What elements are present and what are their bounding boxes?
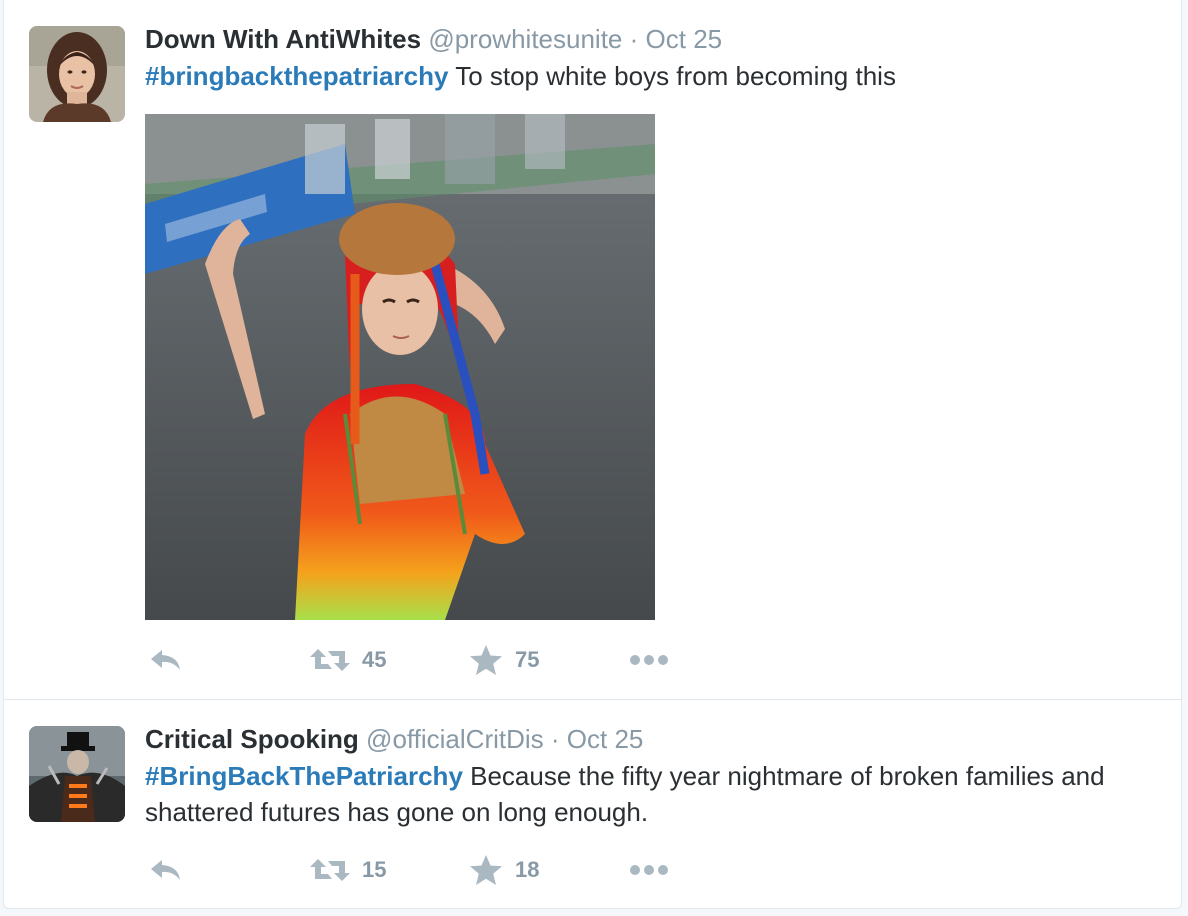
reply-icon [151,650,180,670]
author-name[interactable]: Down With AntiWhites [145,24,421,54]
author-name[interactable]: Critical Spooking [145,724,359,754]
author-username[interactable]: @officialCritDis [366,724,544,754]
author-username[interactable]: @prowhitesunite [428,24,622,54]
tweet-body: To stop white boys from becoming this [448,61,896,91]
header-separator: · [629,24,639,54]
retweet-count: 15 [362,857,387,882]
retweet-icon [310,649,350,671]
tweet-text: #bringbackthepatriarchy To stop white bo… [145,58,1155,94]
hashtag-link[interactable]: #bringbackthepatriarchy [145,61,448,91]
tweet-photo[interactable] [145,114,655,620]
retweet-button[interactable]: 45 [310,640,386,680]
avatar-image [29,26,125,122]
tweet-text: #BringBackThePatriarchy Because the fift… [145,758,1155,830]
tweet-actions: 15 18 [145,850,745,890]
star-icon [470,855,502,885]
timeline: Down With AntiWhites @prowhitesunite · O… [3,0,1182,909]
header-separator: · [550,724,560,754]
favorite-button[interactable]: 18 [469,850,539,890]
retweet-count: 45 [362,647,387,672]
tweet-header: Critical Spooking @officialCritDis · Oct… [145,722,643,756]
more-icon [630,865,668,875]
favorite-count: 18 [515,857,540,882]
star-icon [470,645,502,675]
retweet-button[interactable]: 15 [310,850,386,890]
photo-image [145,114,655,620]
tweet-timestamp[interactable]: Oct 25 [567,724,644,754]
favorite-button[interactable]: 75 [469,640,539,680]
more-options-button[interactable] [629,640,669,680]
tweet-timestamp[interactable]: Oct 25 [646,24,723,54]
reply-icon [151,860,180,880]
avatar-image [29,726,125,822]
tweet[interactable]: Critical Spooking @officialCritDis · Oct… [4,700,1181,908]
avatar[interactable] [29,26,125,122]
avatar[interactable] [29,726,125,822]
retweet-icon [310,859,350,881]
more-options-button[interactable] [629,850,669,890]
tweet[interactable]: Down With AntiWhites @prowhitesunite · O… [4,0,1181,700]
reply-button[interactable] [149,640,183,680]
tweet-header: Down With AntiWhites @prowhitesunite · O… [145,22,722,56]
tweet-actions: 45 75 [145,640,745,680]
reply-button[interactable] [149,850,183,890]
hashtag-link[interactable]: #BringBackThePatriarchy [145,761,463,791]
more-icon [630,655,668,665]
favorite-count: 75 [515,647,540,672]
